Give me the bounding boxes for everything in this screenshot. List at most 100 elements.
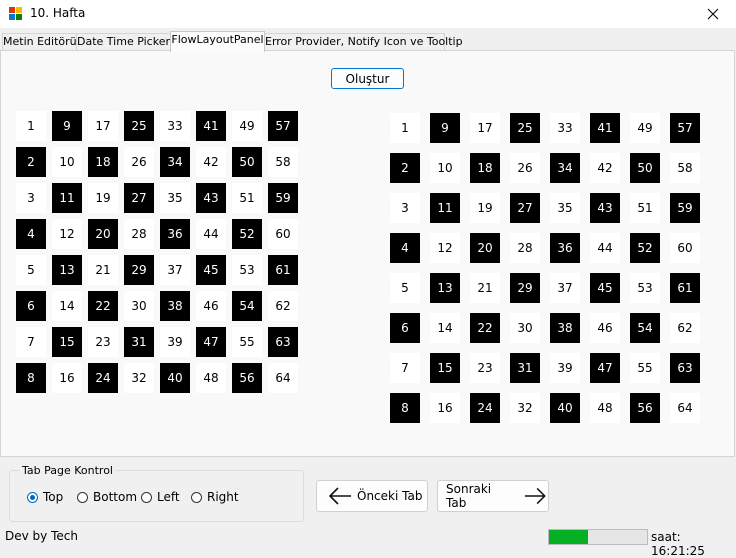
number-cell: 39 [550,353,580,383]
number-cell: 42 [196,147,226,177]
number-cell: 13 [52,255,82,285]
radio-bottom[interactable]: Bottom [77,489,137,505]
number-cell: 14 [52,291,82,321]
number-cell: 28 [510,233,540,263]
number-cell: 55 [630,353,660,383]
number-cell: 41 [590,113,620,143]
number-cell: 25 [124,111,154,141]
number-cell: 20 [470,233,500,263]
number-cell: 46 [196,291,226,321]
number-cell: 42 [590,153,620,183]
number-cell: 22 [88,291,118,321]
radio-left[interactable]: Left [141,489,180,505]
number-cell: 54 [630,313,660,343]
number-cell: 17 [470,113,500,143]
radio-right[interactable]: Right [191,489,239,505]
number-cell: 9 [430,113,460,143]
number-cell: 63 [670,353,700,383]
number-cell: 15 [52,327,82,357]
number-cell: 24 [470,393,500,423]
number-cell: 33 [160,111,190,141]
number-cell: 53 [232,255,262,285]
number-cell: 2 [390,153,420,183]
number-cell: 38 [550,313,580,343]
number-cell: 20 [88,219,118,249]
number-cell: 53 [630,273,660,303]
number-cell: 40 [160,363,190,393]
number-cell: 64 [670,393,700,423]
radio-indicator [77,491,88,503]
number-cell: 48 [590,393,620,423]
number-cell: 16 [52,363,82,393]
number-cell: 9 [52,111,82,141]
app-icon [9,7,23,21]
number-cell: 32 [124,363,154,393]
radio-indicator [27,491,38,503]
group-legend: Tab Page Kontrol [20,464,115,477]
radio-top[interactable]: Top [27,489,63,505]
number-cell: 49 [630,113,660,143]
number-cell: 44 [196,219,226,249]
progress-fill [549,530,589,544]
number-cell: 43 [590,193,620,223]
number-cell: 56 [630,393,660,423]
number-cell: 26 [124,147,154,177]
status-text: Dev by Tech [5,529,78,543]
number-cell: 64 [268,363,298,393]
number-cell: 8 [390,393,420,423]
number-cell: 57 [268,111,298,141]
number-cell: 62 [670,313,700,343]
tab-date-time-picker[interactable]: Date Time Picker [76,33,171,51]
number-cell: 31 [510,353,540,383]
number-cell: 12 [430,233,460,263]
number-cell: 52 [630,233,660,263]
number-cell: 54 [232,291,262,321]
number-cell: 19 [470,193,500,223]
number-cell: 55 [232,327,262,357]
title-bar: 10. Hafta [0,0,736,28]
number-cell: 23 [88,327,118,357]
window-title: 10. Hafta [30,6,86,20]
number-cell: 35 [550,193,580,223]
clock-label: saat: 16:21:25 [651,530,705,558]
number-cell: 33 [550,113,580,143]
number-cell: 47 [590,353,620,383]
previous-tab-button[interactable]: Önceki Tab [316,480,428,512]
number-cell: 21 [88,255,118,285]
number-cell: 50 [630,153,660,183]
number-cell: 58 [670,153,700,183]
next-tab-button[interactable]: Sonraki Tab [437,480,549,512]
number-cell: 4 [16,219,46,249]
number-cell: 51 [232,183,262,213]
close-button[interactable] [690,0,736,28]
number-cell: 29 [510,273,540,303]
number-cell: 44 [590,233,620,263]
tab-metin-editoru[interactable]: Metin Editörü [2,33,77,51]
number-cell: 41 [196,111,226,141]
tab-flowlayoutpanel[interactable]: FlowLayoutPanel [170,31,265,52]
number-cell: 57 [670,113,700,143]
number-cell: 27 [124,183,154,213]
radio-indicator [191,491,202,503]
number-cell: 35 [160,183,190,213]
number-cell: 52 [232,219,262,249]
number-cell: 60 [670,233,700,263]
arrow-right-icon [525,487,547,505]
number-cell: 30 [124,291,154,321]
number-cell: 1 [390,113,420,143]
number-cell: 36 [160,219,190,249]
number-cell: 6 [16,291,46,321]
arrow-left-icon [328,487,351,505]
number-cell: 61 [670,273,700,303]
number-cell: 25 [510,113,540,143]
number-cell: 11 [430,193,460,223]
number-cell: 28 [124,219,154,249]
number-cell: 26 [510,153,540,183]
number-cell: 22 [470,313,500,343]
number-cell: 32 [510,393,540,423]
number-cell: 16 [430,393,460,423]
number-cell: 62 [268,291,298,321]
tab-error-provider[interactable]: Error Provider, Notify Icon ve Tooltip [264,33,463,51]
create-button[interactable]: Oluştur [331,68,404,89]
number-cell: 60 [268,219,298,249]
